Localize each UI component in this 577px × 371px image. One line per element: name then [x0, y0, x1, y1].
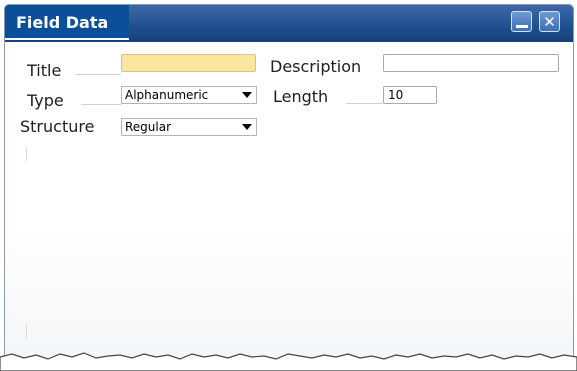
length-field[interactable]: 10: [383, 86, 437, 104]
dropdown-arrow-icon: [242, 92, 252, 98]
minimize-icon: [515, 24, 528, 28]
dropdown-arrow-icon: [242, 124, 252, 130]
title-bar[interactable]: Field Data ✕: [5, 5, 573, 42]
window-title: Field Data: [16, 13, 109, 32]
type-label: Type: [27, 91, 64, 110]
title-field[interactable]: [121, 54, 256, 72]
structure-dropdown[interactable]: Regular: [121, 118, 257, 136]
field-data-window: Field Data ✕ Title Description Type Alph…: [4, 4, 574, 366]
close-icon: ✕: [543, 12, 556, 31]
type-dropdown-value: Alphanumeric: [125, 88, 209, 102]
type-label-underline: [81, 104, 121, 105]
torn-edge: [0, 352, 577, 371]
left-tick-bottom: [26, 325, 27, 339]
length-label: Length: [273, 87, 329, 106]
description-label: Description: [270, 57, 362, 76]
title-label-underline: [75, 74, 121, 75]
structure-dropdown-value: Regular: [125, 120, 172, 134]
title-tab: Field Data: [5, 5, 129, 40]
close-button[interactable]: ✕: [539, 11, 560, 32]
title-label: Title: [27, 61, 62, 80]
length-label-underline: [346, 103, 383, 104]
left-tick-top: [26, 147, 27, 161]
minimize-button[interactable]: [511, 11, 532, 32]
description-field[interactable]: [383, 54, 559, 72]
type-dropdown[interactable]: Alphanumeric: [121, 86, 257, 104]
structure-label: Structure: [20, 117, 95, 136]
